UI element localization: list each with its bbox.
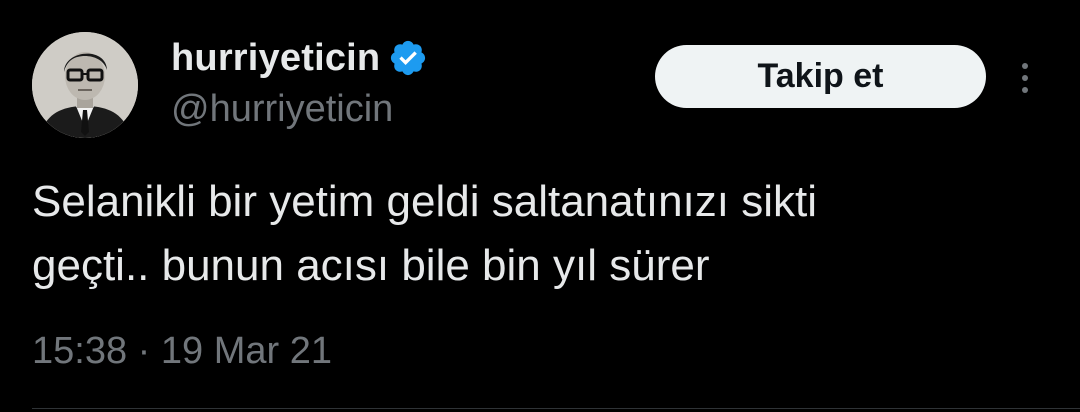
tweet-text-line: Selanikli bir yetim geldi saltanatınızı …: [32, 177, 817, 226]
tweet-text-line: geçti.. bunun acısı bile bin yıl sürer: [32, 241, 710, 290]
more-options-icon[interactable]: [1014, 58, 1036, 98]
follow-button[interactable]: Takip et: [655, 45, 986, 108]
avatar-portrait-image: [32, 32, 138, 138]
tweet-text: Selanikli bir yetim geldi saltanatınızı …: [32, 170, 1062, 298]
user-avatar[interactable]: [32, 32, 138, 138]
tweet-card: hurriyeticin @hurriyeticin Takip et Sela…: [0, 0, 1080, 412]
user-display-name[interactable]: hurriyeticin: [171, 37, 380, 80]
user-name-row: hurriyeticin: [171, 34, 428, 82]
tweet-timestamp[interactable]: 15:38 · 19 Mar 21: [32, 330, 332, 373]
verified-badge-icon: [391, 40, 426, 76]
user-handle[interactable]: @hurriyeticin: [171, 88, 393, 131]
divider: [32, 408, 1080, 409]
